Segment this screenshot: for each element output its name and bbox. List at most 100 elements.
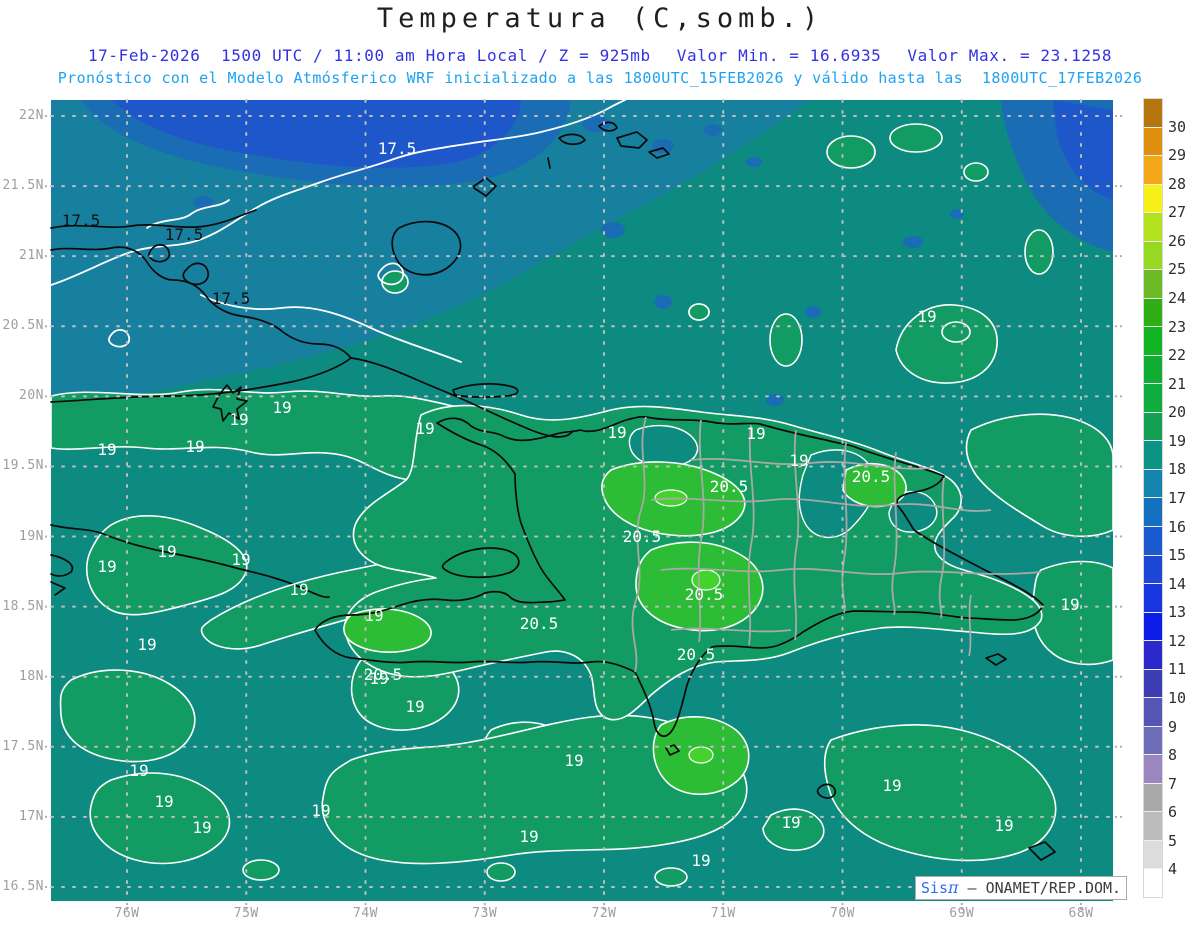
colorbar-tick-label: 28: [1168, 174, 1187, 193]
value-min-label: Valor Min. = 16.6935: [676, 46, 882, 65]
contour-label: 19: [746, 424, 765, 443]
contour-label: 19: [781, 813, 800, 832]
colorbar-segment: [1144, 440, 1162, 469]
contour-label: 19: [129, 761, 148, 780]
contour-label: 19: [364, 606, 383, 625]
colorbar-segment: [1144, 525, 1162, 555]
lat-axis-label: 17.5N: [2, 738, 44, 754]
colorbar-tick-label: 29: [1168, 146, 1187, 165]
colorbar-tick-label: 7: [1168, 774, 1178, 793]
colorbar-tick-label: 27: [1168, 203, 1187, 222]
lat-axis-label: 19.5N: [2, 458, 44, 474]
colorbar-tick-label: 22: [1168, 346, 1187, 365]
contour-label: 19: [231, 550, 250, 569]
forecast-info-line: 17-Feb-2026 1500 UTC / 11:00 am Hora Loc…: [0, 46, 1200, 65]
colorbar-tick-label: 17: [1168, 489, 1187, 507]
contour-label: 19: [192, 818, 211, 837]
colorbar-tick-label: 16: [1168, 517, 1187, 536]
colorbar-segment: [1144, 326, 1162, 355]
colorbar-segment: [1144, 411, 1162, 441]
watermark-box: Sisπ – ONAMET/REP.DOM.: [915, 876, 1127, 900]
contour-label: 20.5: [852, 467, 891, 486]
colorbar-tick-label: 23: [1168, 317, 1187, 336]
colorbar-segment: [1144, 754, 1162, 783]
lat-axis-label: 20N: [19, 388, 44, 404]
value-max-label: Valor Max. = 23.1258: [907, 46, 1113, 65]
contour-label: 19: [519, 827, 538, 846]
contour-label: 19: [882, 776, 901, 795]
map-canvas: 17.5 17.5 17.5 17.5 19 19 19 19 19 19 19 19 19 19 19 19…: [40, 99, 1124, 911]
colorbar-segment: [1144, 354, 1162, 384]
colorbar-segment: [1144, 554, 1162, 584]
colorbar-tick-label: 20: [1168, 403, 1187, 422]
contour-label: 19: [917, 307, 936, 326]
colorbar-tick-label: 14: [1168, 574, 1187, 593]
colorbar-segment: [1144, 99, 1162, 127]
colorbar-tick-label: 30: [1168, 117, 1187, 136]
contour-label: 17.5: [212, 289, 251, 308]
colorbar-tick-label: 5: [1168, 831, 1178, 850]
pi-icon: π: [948, 878, 959, 897]
lat-axis-label: 21N: [19, 248, 44, 264]
contour-label: 19: [154, 792, 173, 811]
contour-label: 19: [289, 580, 308, 599]
colorbar-segment: [1144, 811, 1162, 840]
lat-axis-label: 21.5N: [2, 178, 44, 194]
colorbar-segment: [1144, 155, 1162, 184]
colorbar-tick-label: 25: [1168, 260, 1187, 279]
contour-label: 20.5: [520, 614, 559, 633]
colorbar-tick-label: 15: [1168, 546, 1187, 565]
contour-label: 19: [157, 542, 176, 561]
lat-axis-label: 18.5N: [2, 598, 44, 614]
contour-label: 19: [994, 816, 1013, 835]
model-info-line: Pronóstico con el Modelo Atmósferico WRF…: [57, 69, 1143, 87]
colorbar-segment: [1144, 183, 1162, 213]
contour-label: 19: [97, 557, 116, 576]
colorbar-tick-label: 10: [1168, 689, 1187, 707]
lat-axis-label: 20.5N: [2, 318, 44, 334]
page-title: Temperatura (C,somb.): [376, 3, 824, 34]
watermark-text: – ONAMET/REP.DOM.: [958, 879, 1122, 897]
contour-label: 19: [311, 801, 330, 820]
contour-label: 19: [691, 851, 710, 870]
contour-label: 19: [137, 635, 156, 654]
contour-label: 19: [272, 398, 291, 417]
colorbar-tick-label: 24: [1168, 289, 1187, 307]
contour-label: 17.5: [378, 139, 417, 158]
colorbar-segment: [1144, 640, 1162, 669]
colorbar-segment: [1144, 126, 1162, 156]
colorbar-tick-label: 8: [1168, 746, 1178, 765]
contour-label: 19: [564, 751, 583, 770]
colorbar-tick-label: 21: [1168, 374, 1187, 393]
colorbar-tick-label: 19: [1168, 431, 1187, 450]
lat-axis-label: 17N: [19, 808, 44, 824]
colorbar-segment: [1144, 697, 1162, 726]
contour-label: 19: [789, 451, 808, 470]
contour-label: 20.5: [623, 527, 662, 546]
colorbar-segment: [1144, 868, 1162, 897]
colorbar-segment: [1144, 297, 1162, 327]
contour-label: 20.5: [685, 585, 724, 604]
watermark-brand: Sisπ: [920, 878, 959, 897]
colorbar-segment: [1144, 839, 1162, 869]
colorbar-tick-label: 12: [1168, 631, 1187, 650]
contour-label: 19: [405, 697, 424, 716]
lat-axis-label: 19N: [19, 528, 44, 544]
colorbar-tick-label: 9: [1168, 717, 1178, 736]
contour-label: 19: [415, 419, 434, 438]
weather-map-page: Temperatura (C,somb.) 17-Feb-2026 1500 U…: [0, 0, 1200, 927]
lat-axis-label: 22N: [19, 108, 44, 123]
colorbar-tick-label: 11: [1168, 660, 1187, 679]
colorbar: [1143, 98, 1163, 898]
colorbar-segment: [1144, 611, 1162, 641]
colorbar-segment: [1144, 269, 1162, 298]
colorbar-segment: [1144, 468, 1162, 498]
colorbar-segment: [1144, 668, 1162, 698]
colorbar-segment: [1144, 725, 1162, 755]
colorbar-segment: [1144, 240, 1162, 270]
colorbar-segment: [1144, 497, 1162, 526]
contour-label: 20.5: [710, 477, 749, 496]
contour-label: 19: [229, 410, 248, 429]
forecast-datetime: 17-Feb-2026 1500 UTC / 11:00 am Hora Loc…: [87, 46, 651, 65]
colorbar-segment: [1144, 212, 1162, 241]
